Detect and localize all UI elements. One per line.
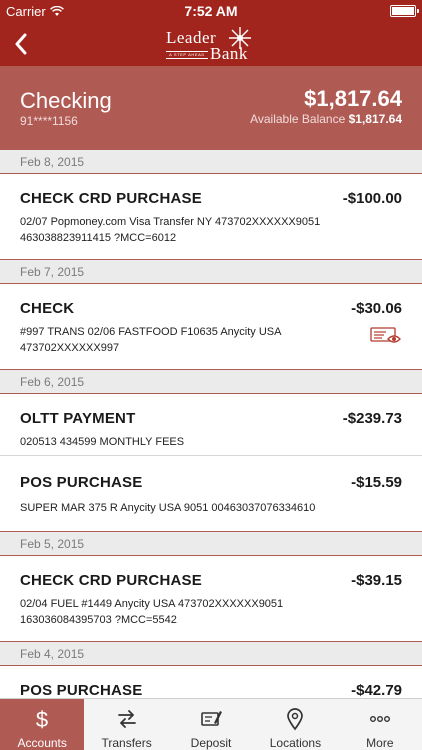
transaction-title: OLTT PAYMENT	[20, 410, 136, 427]
description-line: 02/04 FUEL #1449 Anycity USA 473702XXXXX…	[20, 598, 284, 610]
tab-transfers[interactable]: Transfers	[84, 699, 168, 750]
tab-label: Locations	[269, 736, 322, 750]
location-pin-icon	[287, 708, 304, 731]
transaction-row[interactable]: POS PURCHASE -$15.59 SUPER MAR 375 R Any…	[0, 456, 422, 532]
tab-bar: $ Accounts Transfers Deposit Locations M…	[0, 698, 422, 750]
tab-label: More	[366, 736, 394, 750]
description-line: SUPER MAR 375 R Anycity USA 9051 0046303…	[20, 502, 316, 514]
description-line: #997 TRANS 02/06 FASTFOOD F10635 Anycity…	[20, 326, 282, 338]
status-bar: Carrier 7:52 AM	[0, 0, 422, 22]
account-summary: Checking 91****1156 $1,817.64 Available …	[0, 66, 422, 150]
tab-label: Deposit	[190, 736, 232, 750]
tab-label: Accounts	[17, 736, 67, 750]
transaction-description: #997 TRANS 02/06 FASTFOOD F10635 Anycity…	[20, 324, 360, 356]
description-line: 463038823911415 ?MCC=6012	[20, 232, 177, 244]
transaction-title: CHECK CRD PURCHASE	[20, 190, 202, 207]
transaction-row[interactable]: CHECK CRD PURCHASE -$100.00 02/07 Popmon…	[0, 174, 422, 260]
transaction-description: 02/07 Popmoney.com Visa Transfer NY 4737…	[20, 214, 360, 246]
description-line: 473702XXXXXX997	[20, 342, 120, 354]
check-image-icon[interactable]	[370, 326, 402, 344]
transaction-amount: -$239.73	[342, 410, 402, 427]
logo-line1: Leader	[166, 28, 217, 47]
back-button[interactable]	[8, 30, 34, 58]
transaction-row[interactable]: CHECK CRD PURCHASE -$39.15 02/04 FUEL #1…	[0, 556, 422, 642]
tab-locations[interactable]: Locations	[253, 699, 337, 750]
tab-more[interactable]: More	[338, 699, 422, 750]
description-line: 02/07 Popmoney.com Visa Transfer NY 4737…	[20, 216, 321, 228]
logo-tagline: A STEP AHEAD	[166, 51, 208, 59]
transaction-description: SUPER MAR 375 R Anycity USA 9051 0046303…	[20, 500, 400, 516]
transaction-amount: -$15.59	[351, 474, 402, 491]
current-balance: $1,817.64	[304, 86, 402, 111]
description-line: 020513 434599 MONTHLY FEES	[20, 436, 185, 448]
transaction-amount: -$39.15	[351, 572, 402, 589]
transfer-arrows-icon	[117, 710, 136, 728]
check-deposit-icon	[201, 711, 223, 726]
svg-text:$: $	[36, 707, 48, 731]
transaction-title: CHECK CRD PURCHASE	[20, 572, 202, 589]
date-header: Feb 7, 2015	[0, 260, 422, 284]
transaction-description: 02/04 FUEL #1449 Anycity USA 473702XXXXX…	[20, 596, 360, 628]
date-header: Feb 6, 2015	[0, 370, 422, 394]
available-balance-label: Available Balance	[250, 112, 346, 126]
date-header: Feb 8, 2015	[0, 150, 422, 174]
transaction-amount: -$100.00	[342, 190, 402, 207]
available-balance: Available Balance $1,817.64	[250, 112, 402, 126]
transaction-list[interactable]: Feb 8, 2015 CHECK CRD PURCHASE -$100.00 …	[0, 150, 422, 698]
date-header: Feb 5, 2015	[0, 532, 422, 556]
available-balance-value: $1,817.64	[348, 112, 402, 126]
more-dots-icon	[369, 715, 390, 722]
battery-icon	[390, 5, 419, 17]
transaction-amount: -$42.79	[351, 682, 402, 698]
nav-bar: Leader A STEP AHEAD Bank	[0, 22, 422, 66]
transaction-title: POS PURCHASE	[20, 474, 143, 491]
chevron-left-icon	[15, 33, 27, 55]
account-name: Checking	[20, 88, 112, 113]
tab-deposit[interactable]: Deposit	[169, 699, 253, 750]
transaction-row[interactable]: OLTT PAYMENT -$239.73 020513 434599 MONT…	[0, 394, 422, 456]
transaction-description: 020513 434599 MONTHLY FEES	[20, 434, 360, 450]
account-number: 91****1156	[20, 114, 78, 128]
date-header: Feb 4, 2015	[0, 642, 422, 666]
transaction-row[interactable]: POS PURCHASE -$42.79	[0, 666, 422, 698]
transaction-title: POS PURCHASE	[20, 682, 143, 698]
transaction-amount: -$30.06	[351, 300, 402, 317]
leader-bank-logo: Leader A STEP AHEAD Bank	[164, 26, 260, 64]
starburst-icon	[229, 27, 251, 49]
transaction-row[interactable]: CHECK -$30.06 #997 TRANS 02/06 FASTFOOD …	[0, 284, 422, 370]
clock: 7:52 AM	[184, 3, 238, 19]
transaction-title: CHECK	[20, 300, 75, 317]
dollar-icon: $	[36, 707, 48, 731]
description-line: 163036084395703 ?MCC=5542	[20, 614, 177, 626]
tab-accounts[interactable]: $ Accounts	[0, 699, 85, 750]
tab-label: Transfers	[101, 736, 152, 750]
